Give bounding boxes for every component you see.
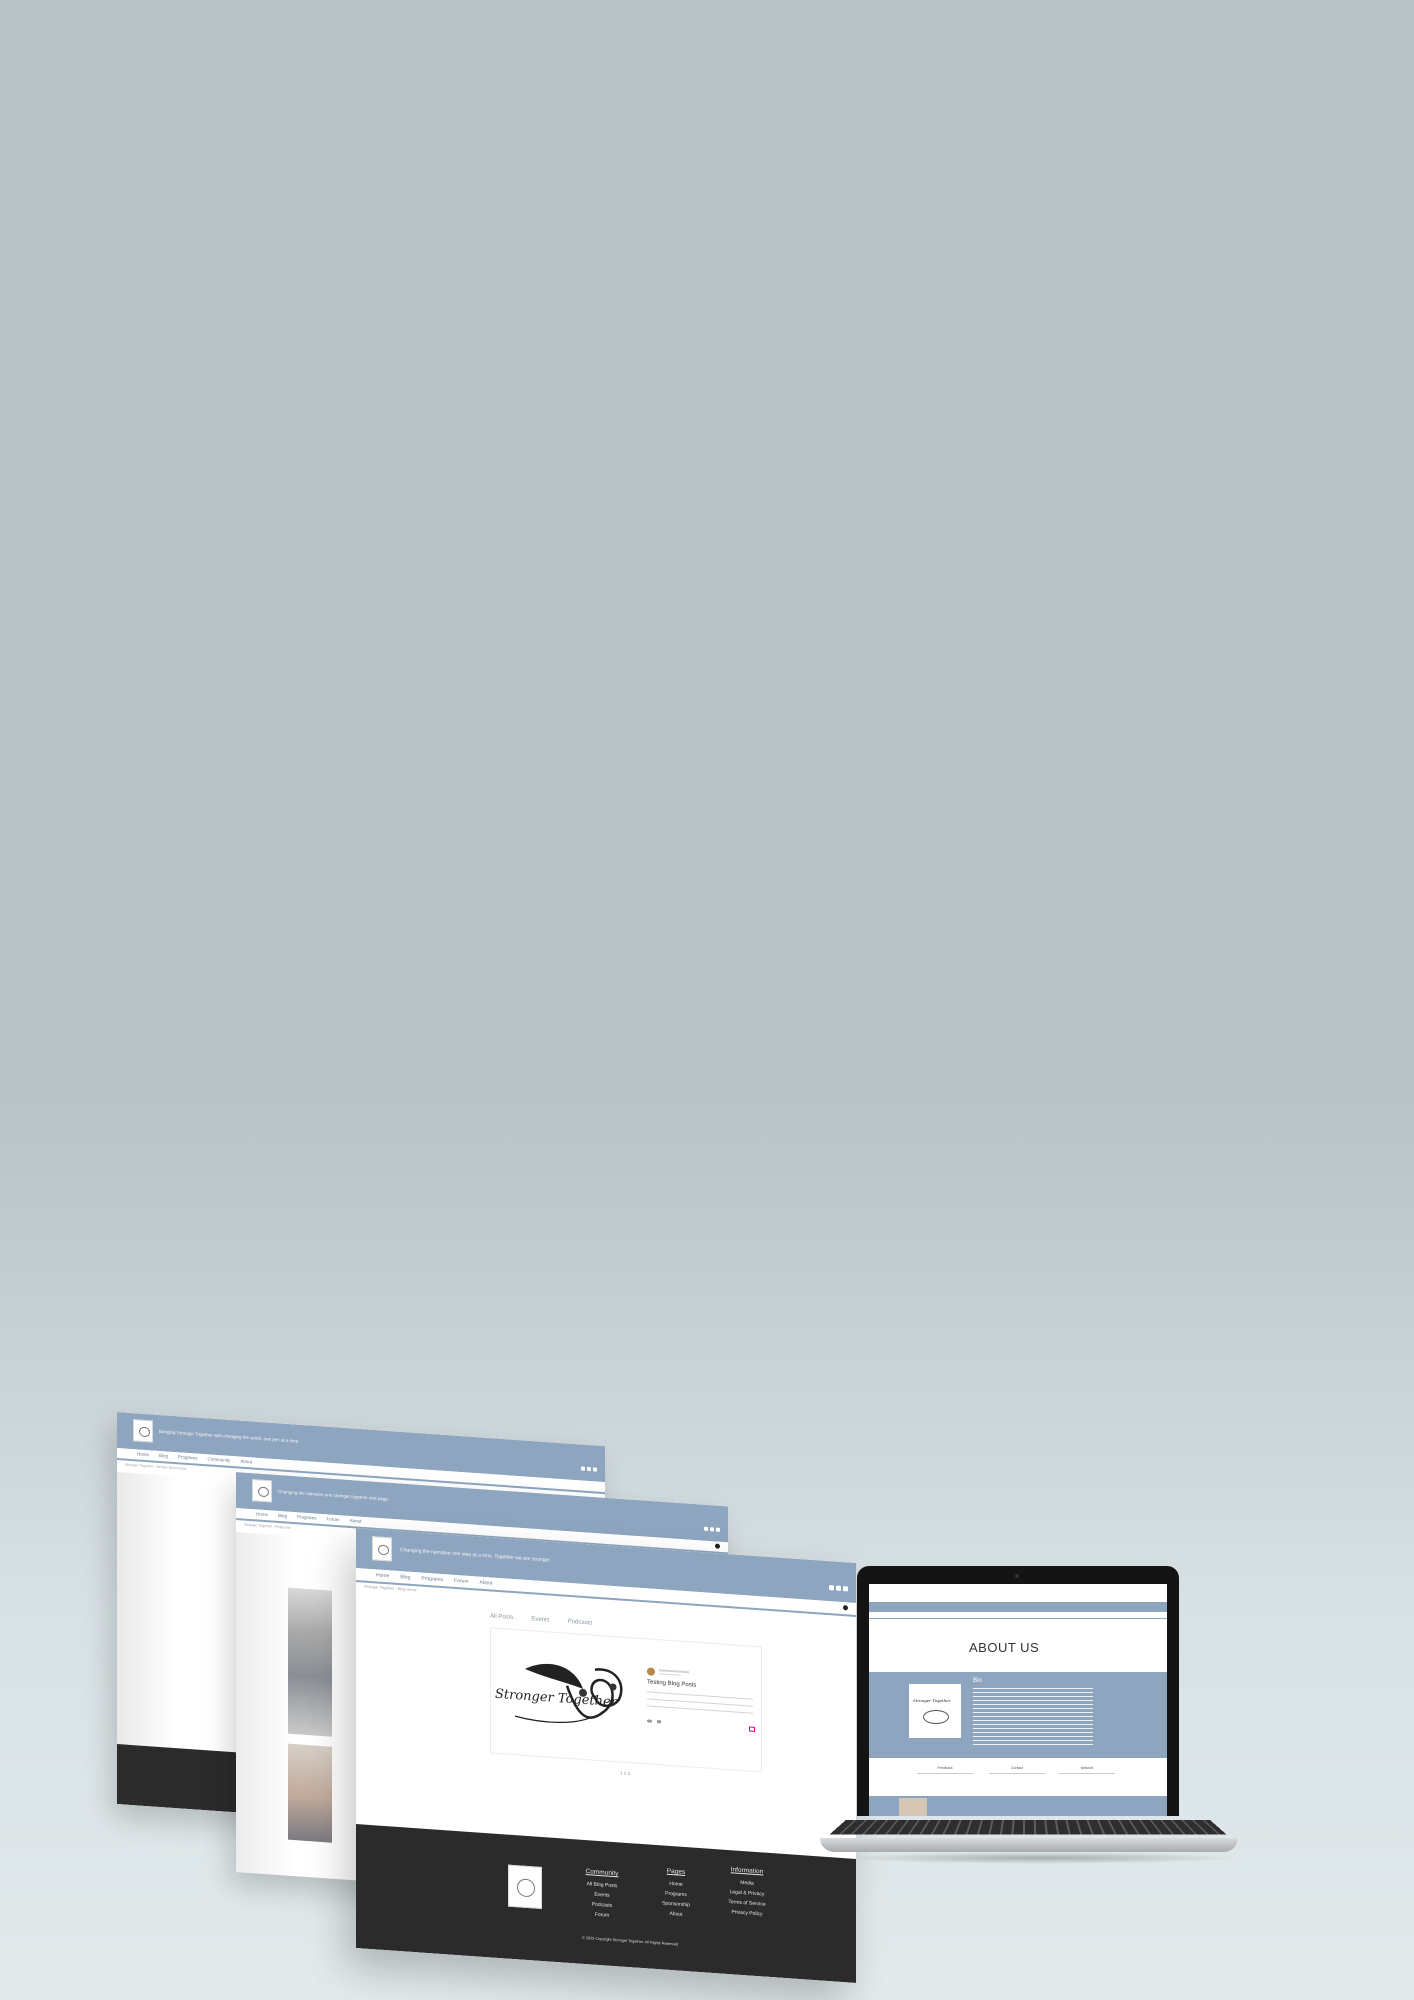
laptop-base <box>820 1838 1238 1852</box>
nav-blog[interactable]: Blog <box>278 1513 287 1519</box>
team-photo <box>899 1798 927 1816</box>
social-icons <box>829 1585 848 1592</box>
tab-podcasts[interactable]: Podcasts <box>568 1619 593 1627</box>
linkedin-icon[interactable] <box>843 1586 848 1592</box>
program-photo-hands <box>288 1743 332 1843</box>
nav-community[interactable]: Community <box>208 1456 231 1463</box>
nav-programs[interactable]: Programs <box>297 1514 317 1520</box>
breadcrumb[interactable]: Stronger Together › Programs <box>244 1523 290 1530</box>
comments-icon <box>657 1720 661 1724</box>
about-heading: ABOUT US <box>969 1640 1040 1655</box>
laptop-nav <box>869 1612 1167 1619</box>
team-section <box>869 1796 1167 1816</box>
blog-post-card[interactable]: Stronger Together Testing Blog Posts <box>490 1627 762 1773</box>
feature-contact: Contact <box>989 1766 1045 1774</box>
about-logo-card: Stronger Together <box>909 1684 961 1738</box>
header-tagline: Changing the narrative one step at a tim… <box>400 1547 552 1564</box>
social-icons <box>581 1466 597 1472</box>
site-logo[interactable] <box>133 1419 153 1443</box>
facebook-icon[interactable] <box>704 1526 708 1532</box>
feature-feedback: Feedback <box>917 1766 973 1774</box>
feature-network: Network <box>1059 1766 1115 1774</box>
feature-row: Feedback Contact Network <box>869 1764 1167 1790</box>
facebook-icon[interactable] <box>581 1466 585 1471</box>
eye-icon <box>923 1710 949 1724</box>
feedback-label: Feedback <box>937 1766 953 1770</box>
nav-programs[interactable]: Programs <box>421 1576 443 1584</box>
nav-blog[interactable]: Blog <box>159 1453 168 1459</box>
footer-community-heading: Community <box>585 1868 619 1878</box>
post-date-line <box>659 1673 681 1676</box>
excerpt-line-3 <box>647 1705 753 1714</box>
about-logo-text: Stronger Together <box>913 1698 951 1703</box>
laptop-shadow <box>840 1852 1240 1864</box>
laptop-screen: ABOUT US Stronger Together Bio Feedback … <box>857 1566 1179 1816</box>
back-page-gradient <box>117 1472 177 1757</box>
about-bio-section: Stronger Together Bio <box>869 1672 1167 1758</box>
webcam-icon <box>1015 1574 1019 1578</box>
nav-blog[interactable]: Blog <box>400 1574 410 1581</box>
footer-logo[interactable] <box>508 1864 542 1910</box>
footer-information-heading: Information <box>730 1866 764 1876</box>
nav-forum[interactable]: Forum <box>327 1516 340 1522</box>
front-page: Changing the narrative one step at a tim… <box>356 1528 856 1983</box>
footer-community-column: Community All Blog Posts Events Podcasts… <box>572 1867 632 1922</box>
nav-home[interactable]: Home <box>256 1511 268 1517</box>
mockup-scene: Bringing Stronger Together with changing… <box>0 0 1414 2000</box>
nav-forum[interactable]: Forum <box>454 1578 468 1585</box>
program-photo-man <box>288 1587 332 1737</box>
laptop-display: ABOUT US Stronger Together Bio Feedback … <box>869 1584 1167 1816</box>
cart-icon[interactable] <box>715 1543 720 1549</box>
views-icon <box>647 1719 652 1723</box>
header-tagline: Bringing Stronger Together with changing… <box>159 1428 300 1444</box>
nav-home[interactable]: Home <box>137 1451 149 1457</box>
cart-icon[interactable] <box>843 1605 848 1611</box>
author-avatar[interactable] <box>647 1667 655 1676</box>
tab-all-posts[interactable]: All Posts <box>490 1613 513 1621</box>
nav-about[interactable]: About <box>350 1518 362 1524</box>
like-heart-icon[interactable] <box>749 1726 755 1732</box>
laptop-keyboard <box>829 1820 1227 1835</box>
blog-tabs: All Posts Events Podcasts <box>490 1613 592 1626</box>
nav-about[interactable]: About <box>240 1459 252 1465</box>
footer-copyright: © 2023 Copyright Stronger Together. All … <box>582 1935 679 1947</box>
linkedin-icon[interactable] <box>716 1527 720 1532</box>
site-logo[interactable] <box>372 1536 392 1562</box>
site-footer: Community All Blog Posts Events Podcasts… <box>356 1824 856 1983</box>
instagram-icon[interactable] <box>710 1527 714 1532</box>
header-tagline: Changing the narrative one stronger toge… <box>278 1488 390 1502</box>
tab-events[interactable]: Events <box>531 1616 549 1623</box>
nav-home[interactable]: Home <box>376 1572 389 1579</box>
linkedin-icon[interactable] <box>593 1467 597 1472</box>
facebook-icon[interactable] <box>829 1585 834 1591</box>
network-label: Network <box>1080 1766 1094 1770</box>
pagination[interactable]: 1 2 3 <box>620 1770 630 1776</box>
middle-page-gradient <box>236 1532 296 1877</box>
bio-heading: Bio <box>973 1678 982 1684</box>
laptop-header <box>869 1602 1167 1612</box>
post-title[interactable]: Testing Blog Posts <box>647 1679 696 1688</box>
contact-label: Contact <box>1010 1766 1024 1770</box>
bio-text-block <box>973 1688 1093 1746</box>
nav-about[interactable]: About <box>480 1580 493 1587</box>
nav-programs[interactable]: Programs <box>178 1454 198 1460</box>
social-icons <box>704 1526 720 1532</box>
instagram-icon[interactable] <box>836 1585 841 1591</box>
instagram-icon[interactable] <box>587 1466 591 1472</box>
footer-pages-column: Pages Home Programs Sponsorship About <box>646 1866 706 1921</box>
footer-pages-heading: Pages <box>666 1867 686 1877</box>
site-logo[interactable] <box>252 1479 272 1503</box>
footer-information-column: Information Media Legal & Privacy Terms … <box>712 1865 782 1921</box>
